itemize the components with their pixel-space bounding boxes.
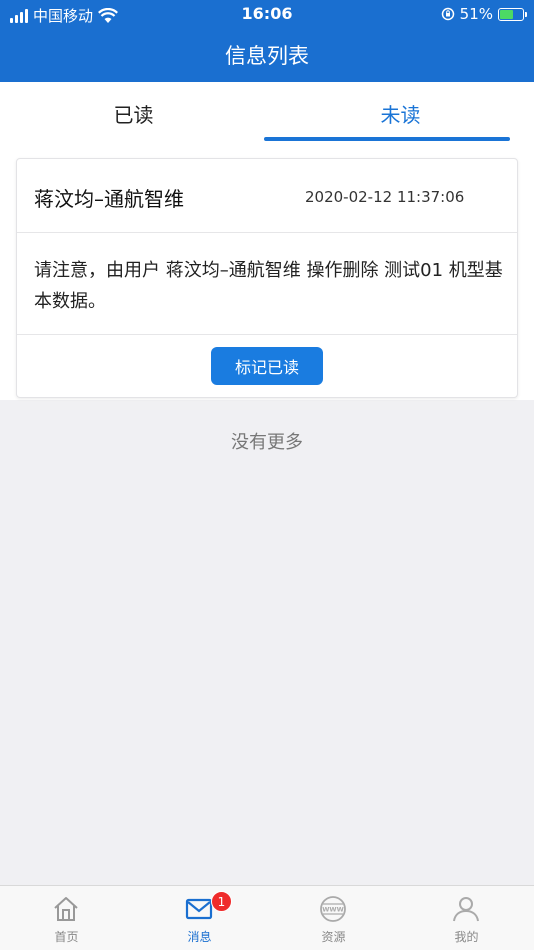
nav-home[interactable]: 首页 bbox=[0, 886, 133, 950]
user-icon bbox=[453, 897, 479, 922]
app-header: 中国移动 16:06 51% 信息列表 bbox=[0, 0, 534, 82]
nav-resources-label: 资源 bbox=[321, 930, 346, 944]
page-title: 信息列表 bbox=[225, 44, 309, 68]
status-bar: 中国移动 16:06 51% bbox=[0, 0, 534, 28]
nav-messages-label: 消息 bbox=[187, 930, 212, 944]
orientation-lock-icon bbox=[441, 7, 454, 21]
home-icon bbox=[54, 897, 78, 921]
message-timestamp: 2020-02-12 11:37:06 bbox=[305, 188, 465, 206]
nav-messages[interactable]: 1 消息 bbox=[133, 886, 266, 950]
tab-unread[interactable]: 未读 bbox=[267, 82, 534, 142]
www-icon: WWW bbox=[320, 896, 346, 922]
no-more-label: 没有更多 bbox=[231, 432, 303, 453]
message-card[interactable]: 蒋汶均–通航智维 2020-02-12 11:37:06 请注意，由用户 蒋汶均… bbox=[16, 158, 518, 398]
mail-icon bbox=[185, 898, 213, 920]
nav-resources[interactable]: WWW 资源 bbox=[267, 886, 400, 950]
bottom-tab-bar: 首页 1 消息 WWW 资源 我的 bbox=[0, 885, 534, 950]
active-tab-indicator bbox=[264, 137, 510, 141]
mark-as-read-button[interactable]: 标记已读 bbox=[211, 347, 323, 385]
battery-icon bbox=[498, 7, 527, 21]
message-sender: 蒋汶均–通航智维 bbox=[34, 187, 184, 211]
message-content: 请注意，由用户 蒋汶均–通航智维 操作删除 测试01 机型基本数据。 bbox=[34, 260, 503, 312]
unread-badge: 1 bbox=[211, 891, 232, 912]
read-status-tabs: 已读 未读 bbox=[0, 82, 534, 142]
nav-profile-label: 我的 bbox=[454, 930, 479, 944]
svg-text:WWW: WWW bbox=[322, 906, 344, 914]
nav-profile[interactable]: 我的 bbox=[400, 886, 533, 950]
message-card-header: 蒋汶均–通航智维 2020-02-12 11:37:06 bbox=[17, 159, 517, 233]
nav-home-label: 首页 bbox=[54, 930, 79, 944]
battery-percent: 51% bbox=[459, 5, 493, 23]
tab-read[interactable]: 已读 bbox=[0, 82, 267, 142]
message-card-body: 请注意，由用户 蒋汶均–通航智维 操作删除 测试01 机型基本数据。 bbox=[17, 233, 517, 335]
status-right: 51% bbox=[441, 5, 527, 23]
